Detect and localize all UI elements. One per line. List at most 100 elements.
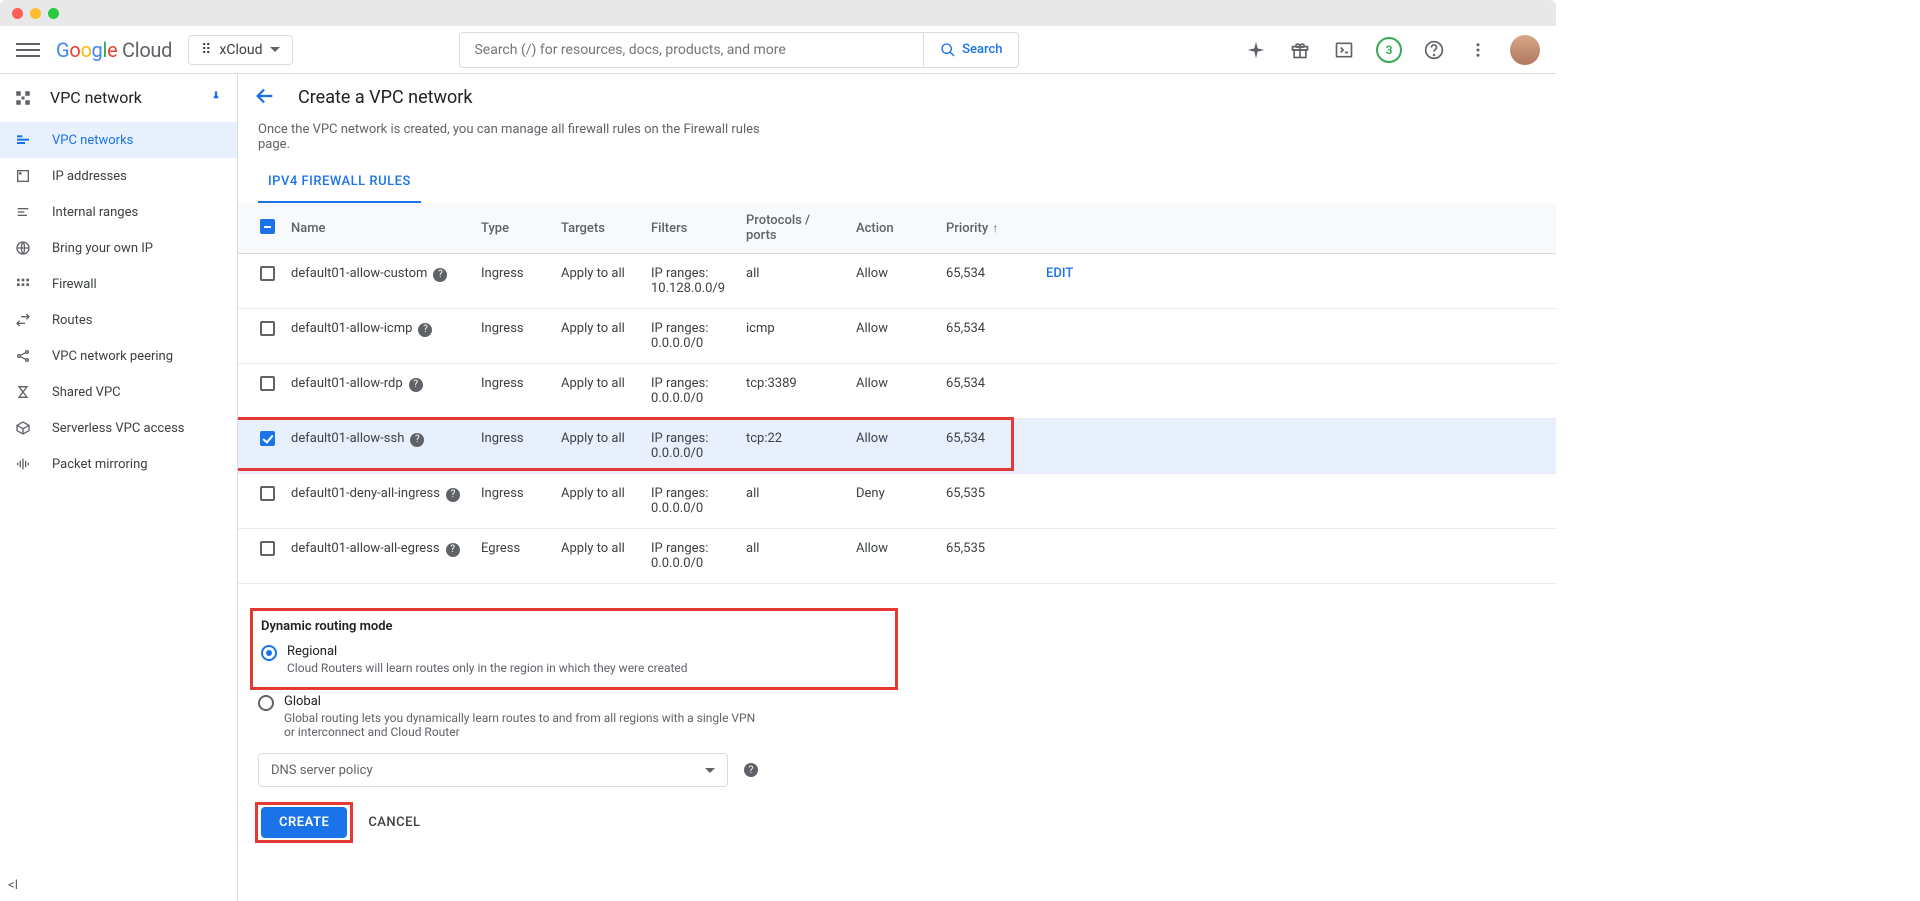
- rule-type: Ingress: [473, 474, 553, 529]
- firewall-rules-table: Name Type Targets Filters Protocols / po…: [238, 203, 1556, 584]
- sidebar-item-label: Firewall: [52, 277, 97, 292]
- rule-targets: Apply to all: [553, 474, 643, 529]
- search-button[interactable]: Search: [923, 33, 1018, 67]
- pin-icon[interactable]: [209, 88, 223, 107]
- tab-ipv4-firewall-rules[interactable]: IPV4 FIREWALL RULES: [258, 162, 421, 203]
- help-icon[interactable]: [1422, 38, 1446, 62]
- col-filters[interactable]: Filters: [643, 203, 738, 254]
- routing-global-option[interactable]: Global Global routing lets you dynamical…: [258, 694, 898, 739]
- gift-icon[interactable]: [1288, 38, 1312, 62]
- row-checkbox[interactable]: [260, 321, 275, 336]
- highlight-create-button: CREATE: [258, 805, 350, 840]
- back-arrow-icon[interactable]: [254, 85, 276, 111]
- sidebar-item-ip-addresses[interactable]: IP addresses: [0, 158, 237, 194]
- sidebar-item-firewall[interactable]: Firewall: [0, 266, 237, 302]
- search-input[interactable]: [460, 42, 923, 58]
- radio-global-label: Global: [284, 694, 764, 709]
- cancel-button[interactable]: CANCEL: [368, 815, 420, 830]
- sidebar-item-shared-vpc[interactable]: Shared VPC: [0, 374, 237, 410]
- help-icon[interactable]: ?: [410, 433, 424, 447]
- sidebar-item-label: VPC network peering: [52, 349, 173, 364]
- edit-rule-link[interactable]: EDIT: [1046, 266, 1073, 281]
- help-icon[interactable]: ?: [433, 268, 447, 282]
- nav-icon: [14, 455, 32, 473]
- search-box[interactable]: Search: [459, 32, 1019, 68]
- rule-priority: 65,535: [938, 474, 1038, 529]
- radio-regional[interactable]: [261, 645, 277, 661]
- row-checkbox[interactable]: [260, 541, 275, 556]
- rule-protocols: tcp:3389: [738, 364, 848, 419]
- vpc-network-icon: [14, 89, 32, 107]
- sidebar-item-label: Bring your own IP: [52, 241, 153, 256]
- rule-targets: Apply to all: [553, 309, 643, 364]
- row-checkbox[interactable]: [260, 266, 275, 281]
- select-all-checkbox[interactable]: [260, 219, 275, 234]
- rule-protocols: all: [738, 529, 848, 584]
- free-trial-badge[interactable]: 3: [1376, 37, 1402, 63]
- radio-regional-label: Regional: [287, 644, 688, 659]
- rule-name: default01-deny-all-ingress: [291, 486, 440, 501]
- col-name[interactable]: Name: [283, 203, 473, 254]
- sidebar-item-vpc-network-peering[interactable]: VPC network peering: [0, 338, 237, 374]
- rule-type: Ingress: [473, 254, 553, 309]
- cloud-shell-icon[interactable]: [1332, 38, 1356, 62]
- help-icon[interactable]: ?: [418, 323, 432, 337]
- sidebar-item-routes[interactable]: Routes: [0, 302, 237, 338]
- sidebar-item-label: Internal ranges: [52, 205, 138, 220]
- rule-protocols: all: [738, 474, 848, 529]
- col-priority[interactable]: Priority↑: [938, 203, 1038, 254]
- scroll-clipped-text: Once the VPC network is created, you can…: [238, 122, 1556, 162]
- topbar-utilities: 3: [1244, 35, 1540, 65]
- sidebar-item-bring-your-own-ip[interactable]: Bring your own IP: [0, 230, 237, 266]
- more-icon[interactable]: [1466, 38, 1490, 62]
- firewall-rule-row[interactable]: default01-allow-ssh?IngressApply to allI…: [238, 419, 1556, 474]
- sidebar-item-serverless-vpc-access[interactable]: Serverless VPC access: [0, 410, 237, 446]
- nav-icon: [14, 275, 32, 293]
- rule-filters: IP ranges:0.0.0.0/0: [643, 364, 738, 419]
- row-checkbox[interactable]: [260, 376, 275, 391]
- row-checkbox[interactable]: [260, 486, 275, 501]
- sidebar-item-packet-mirroring[interactable]: Packet mirroring: [0, 446, 237, 482]
- rule-name: default01-allow-custom: [291, 266, 427, 281]
- create-button[interactable]: CREATE: [261, 807, 347, 838]
- project-picker[interactable]: ⠿ xCloud: [188, 35, 293, 65]
- sidebar-item-internal-ranges[interactable]: Internal ranges: [0, 194, 237, 230]
- google-cloud-logo[interactable]: Google Cloud: [56, 38, 172, 62]
- rule-targets: Apply to all: [553, 529, 643, 584]
- help-icon[interactable]: ?: [409, 378, 423, 392]
- radio-global[interactable]: [258, 695, 274, 711]
- window-minimize-icon[interactable]: [30, 8, 41, 19]
- dns-server-policy-select[interactable]: DNS server policy: [258, 753, 728, 787]
- main-menu-button[interactable]: [16, 38, 40, 62]
- rule-filters: IP ranges:0.0.0.0/0: [643, 309, 738, 364]
- firewall-rule-row[interactable]: default01-allow-all-egress?EgressApply t…: [238, 529, 1556, 584]
- firewall-rule-row[interactable]: default01-allow-rdp?IngressApply to allI…: [238, 364, 1556, 419]
- dns-help-icon[interactable]: ?: [744, 763, 758, 777]
- col-targets[interactable]: Targets: [553, 203, 643, 254]
- firewall-rule-row[interactable]: default01-allow-icmp?IngressApply to all…: [238, 309, 1556, 364]
- collapse-sidebar-button[interactable]: <I: [8, 878, 18, 893]
- col-protocols[interactable]: Protocols / ports: [738, 203, 848, 254]
- search-button-label: Search: [962, 42, 1002, 57]
- help-icon[interactable]: ?: [446, 543, 460, 557]
- nav-icon: [14, 239, 32, 257]
- dynamic-routing-section: Dynamic routing mode Regional Cloud Rout…: [258, 608, 898, 739]
- window-close-icon[interactable]: [12, 8, 23, 19]
- sidebar-item-vpc-networks[interactable]: VPC networks: [0, 122, 237, 158]
- col-action[interactable]: Action: [848, 203, 938, 254]
- rule-priority: 65,534: [938, 254, 1038, 309]
- highlight-routing-regional: Dynamic routing mode Regional Cloud Rout…: [250, 608, 898, 690]
- help-icon[interactable]: ?: [446, 488, 460, 502]
- firewall-rule-row[interactable]: default01-allow-custom?IngressApply to a…: [238, 254, 1556, 309]
- rule-action: Allow: [848, 419, 938, 474]
- rule-filters: IP ranges:0.0.0.0/0: [643, 474, 738, 529]
- routing-regional-option[interactable]: Regional Cloud Routers will learn routes…: [261, 644, 881, 675]
- row-checkbox[interactable]: [260, 431, 275, 446]
- rule-targets: Apply to all: [553, 419, 643, 474]
- rule-filters: IP ranges:0.0.0.0/0: [643, 529, 738, 584]
- firewall-rule-row[interactable]: default01-deny-all-ingress? IngressApply …: [238, 474, 1556, 529]
- gemini-icon[interactable]: [1244, 38, 1268, 62]
- user-avatar[interactable]: [1510, 35, 1540, 65]
- col-type[interactable]: Type: [473, 203, 553, 254]
- window-maximize-icon[interactable]: [48, 8, 59, 19]
